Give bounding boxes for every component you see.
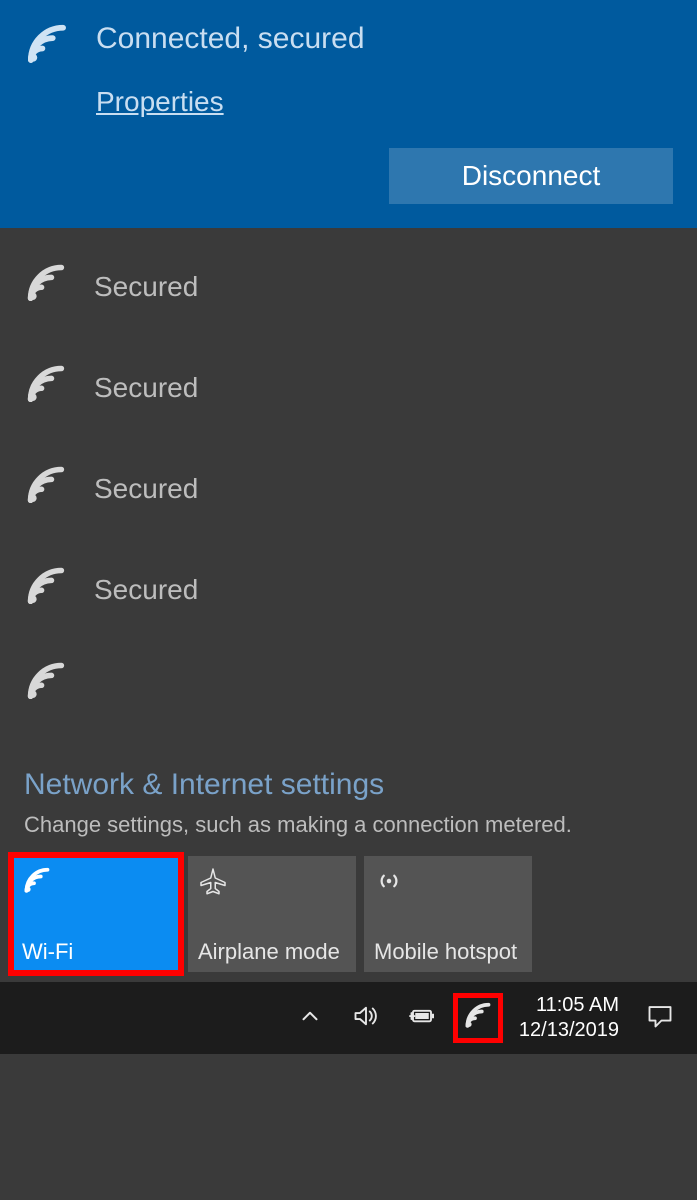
network-item[interactable]: Secured: [0, 436, 697, 537]
network-item[interactable]: Secured: [0, 234, 697, 335]
available-networks-list: Secured Secured Secured Secured: [0, 228, 697, 766]
network-item[interactable]: Secured: [0, 537, 697, 638]
system-tray: [287, 995, 501, 1041]
connection-status: Connected, secured: [96, 22, 365, 56]
notification-icon: [645, 1001, 675, 1036]
clock-date: 12/13/2019: [519, 1018, 619, 1043]
action-center-button[interactable]: [637, 995, 683, 1041]
tile-label: Wi-Fi: [22, 940, 170, 964]
volume-button[interactable]: [343, 995, 389, 1041]
chevron-up-icon: [297, 1003, 323, 1034]
disconnect-button[interactable]: Disconnect: [389, 148, 673, 204]
network-settings-subtitle: Change settings, such as making a connec…: [24, 812, 673, 838]
network-tray-button[interactable]: [455, 995, 501, 1041]
hotspot-icon: [374, 866, 522, 902]
connected-network-card[interactable]: Connected, secured Properties Disconnect: [0, 0, 697, 228]
battery-icon: [405, 1001, 439, 1036]
wifi-icon: [24, 22, 70, 73]
network-settings-link[interactable]: Network & Internet settings: [24, 768, 384, 802]
wifi-icon: [22, 866, 170, 902]
network-status-label: Secured: [94, 271, 198, 303]
taskbar-clock[interactable]: 11:05 AM 12/13/2019: [511, 993, 627, 1043]
wifi-icon: [463, 1001, 493, 1036]
properties-link[interactable]: Properties: [96, 86, 224, 118]
battery-button[interactable]: [399, 995, 445, 1041]
wifi-icon: [24, 565, 68, 614]
wifi-icon: [24, 464, 68, 513]
airplane-icon: [198, 866, 346, 902]
taskbar: 11:05 AM 12/13/2019: [0, 982, 697, 1054]
wifi-tile[interactable]: Wi-Fi: [12, 856, 180, 972]
network-item[interactable]: Secured: [0, 335, 697, 436]
tray-overflow-button[interactable]: [287, 995, 333, 1041]
network-settings-section: Network & Internet settings Change setti…: [0, 766, 697, 856]
mobile-hotspot-tile[interactable]: Mobile hotspot: [364, 856, 532, 972]
wifi-icon: [24, 660, 68, 703]
clock-time: 11:05 AM: [519, 993, 619, 1018]
wifi-icon: [24, 262, 68, 311]
network-status-label: Secured: [94, 473, 198, 505]
wifi-icon: [24, 363, 68, 412]
airplane-mode-tile[interactable]: Airplane mode: [188, 856, 356, 972]
quick-action-tiles: Wi-Fi Airplane mode Mobile hotspot: [0, 856, 697, 982]
speaker-icon: [351, 1001, 381, 1036]
tile-label: Airplane mode: [198, 940, 346, 964]
network-item[interactable]: [0, 638, 697, 702]
network-status-label: Secured: [94, 372, 198, 404]
tile-label: Mobile hotspot: [374, 940, 522, 964]
network-status-label: Secured: [94, 574, 198, 606]
